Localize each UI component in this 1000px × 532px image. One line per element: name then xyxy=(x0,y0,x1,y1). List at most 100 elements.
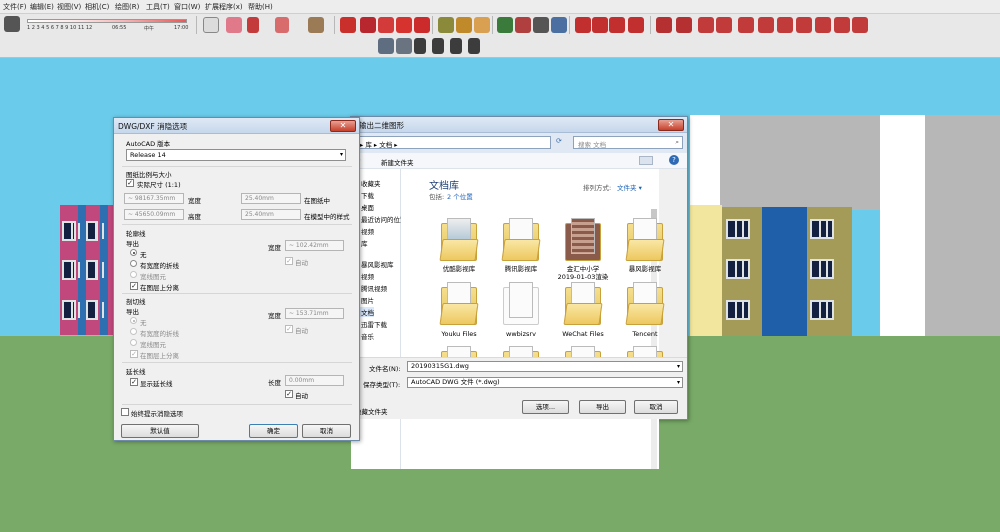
ok-button[interactable]: 确定 xyxy=(249,424,298,438)
export-button[interactable]: 导出 xyxy=(579,400,626,414)
file-item-label[interactable]: 暴风影视库 xyxy=(610,265,680,273)
section-width-field[interactable]: ~ 153.71mm xyxy=(285,308,344,319)
intersect-icon[interactable] xyxy=(815,17,831,33)
folder-icon[interactable] xyxy=(499,217,543,261)
paint-bucket-icon[interactable] xyxy=(474,17,490,33)
rectangle-icon[interactable] xyxy=(308,17,324,33)
extension-warehouse-icon[interactable] xyxy=(628,17,644,33)
sandbox-icon[interactable] xyxy=(698,17,714,33)
add-detail-icon[interactable] xyxy=(777,17,793,33)
section-auto-checkbox[interactable]: ✓ xyxy=(285,325,293,333)
profile-wide-polyline-radio[interactable] xyxy=(130,260,137,267)
show-extensions-checkbox[interactable]: ✓ xyxy=(130,378,138,386)
pan-icon[interactable] xyxy=(515,17,531,33)
drape-icon[interactable] xyxy=(758,17,774,33)
eraser-icon[interactable] xyxy=(226,17,242,33)
width-on-paper-field[interactable]: 25.40mm xyxy=(241,193,301,204)
profile-wide-entity-radio[interactable] xyxy=(130,271,137,278)
stamp-icon[interactable] xyxy=(738,17,754,33)
section-separate-layer-checkbox[interactable]: ✓ xyxy=(130,350,138,358)
profile-auto-checkbox[interactable]: ✓ xyxy=(285,257,293,265)
select-arrow-icon[interactable] xyxy=(203,17,219,33)
menu-draw[interactable]: 绘图(R) xyxy=(115,2,139,12)
smoove-icon[interactable] xyxy=(716,17,732,33)
orbit-icon[interactable] xyxy=(497,17,513,33)
tape-measure-icon[interactable] xyxy=(438,17,454,33)
dxf-dialog-close-button[interactable]: ✕ xyxy=(330,120,356,132)
menu-window[interactable]: 窗口(W) xyxy=(174,2,200,12)
file-item-label[interactable]: Youku Files xyxy=(424,330,494,338)
menu-file[interactable]: 文件(F) xyxy=(3,2,27,12)
always-prompt-checkbox[interactable] xyxy=(121,408,129,416)
extension-auto-checkbox[interactable]: ✓ xyxy=(285,390,293,398)
folder-icon[interactable] xyxy=(623,217,667,261)
height-in-model-field[interactable]: ~ 45650.09mm xyxy=(124,209,184,220)
solid-tools-icon[interactable] xyxy=(656,17,672,33)
locations-link[interactable]: 2 个位置 xyxy=(447,191,473,201)
menu-extensions[interactable]: 扩展程序(x) xyxy=(205,2,243,12)
profile-none-radio[interactable] xyxy=(130,249,137,256)
export-dialog-titlebar[interactable]: 输出二维图形 ✕ xyxy=(351,117,687,133)
rotate-icon[interactable] xyxy=(378,17,394,33)
section-wide-entity-radio[interactable] xyxy=(130,339,137,346)
search-box[interactable]: 搜索 文档 ⌕ xyxy=(573,136,683,149)
outer-shell-icon[interactable] xyxy=(676,17,692,33)
menu-tools[interactable]: 工具(T) xyxy=(146,2,170,12)
options-button[interactable]: 选项... xyxy=(522,400,569,414)
profile-separate-layer-checkbox[interactable]: ✓ xyxy=(130,282,138,290)
profile-width-field[interactable]: ~ 102.42mm xyxy=(285,240,344,251)
cancel-button[interactable]: 取消 xyxy=(634,400,678,414)
offset-icon[interactable] xyxy=(414,17,430,33)
view-options-icon[interactable] xyxy=(639,156,653,165)
push-pull-icon[interactable] xyxy=(340,17,356,33)
components-icon[interactable] xyxy=(592,17,608,33)
menu-help[interactable]: 帮助(H) xyxy=(248,2,273,12)
menu-edit[interactable]: 编辑(E) xyxy=(30,2,54,12)
front-view-icon[interactable] xyxy=(414,38,426,54)
section-none-radio[interactable] xyxy=(130,317,137,324)
split-icon[interactable] xyxy=(852,17,868,33)
iso-view-icon[interactable] xyxy=(378,38,394,54)
scale-icon[interactable] xyxy=(396,17,412,33)
file-item-label[interactable]: 优酷影视库 xyxy=(424,265,494,273)
refresh-icon[interactable]: ⟳ xyxy=(556,137,566,148)
extension-length-field[interactable]: 0.00mm xyxy=(285,375,344,386)
menu-camera[interactable]: 相机(C) xyxy=(85,2,109,12)
flip-edge-icon[interactable] xyxy=(796,17,812,33)
address-bar[interactable]: ▸ 库 ▸ 文档 ▸ xyxy=(355,136,551,149)
real-size-checkbox[interactable]: ✓ xyxy=(126,179,134,187)
shadow-icon[interactable] xyxy=(4,16,20,32)
zoom-icon[interactable] xyxy=(533,17,549,33)
back-view-icon[interactable] xyxy=(450,38,462,54)
folder-icon[interactable] xyxy=(561,281,605,325)
width-in-model-field[interactable]: ~ 98167.35mm xyxy=(124,193,184,204)
dxf-cancel-button[interactable]: 取消 xyxy=(302,424,351,438)
file-item-label[interactable]: WeChat Files xyxy=(548,330,618,338)
folder-icon[interactable] xyxy=(561,217,605,261)
shadow-time-slider[interactable]: 1 2 3 4 5 6 7 8 9 10 11 12 06:55 中午 17:0… xyxy=(22,18,192,32)
trim-icon[interactable] xyxy=(834,17,850,33)
save-type-select[interactable]: AutoCAD DWG 文件 (*.dwg) ▾ xyxy=(407,377,683,388)
defaults-button[interactable]: 默认值 xyxy=(121,424,199,438)
acad-version-select[interactable]: Release 14 ▾ xyxy=(126,149,346,161)
filename-input[interactable]: 20190315G1.dwg ▾ xyxy=(407,361,683,372)
top-view-icon[interactable] xyxy=(396,38,412,54)
folder-icon[interactable] xyxy=(437,217,481,261)
zoom-extents-icon[interactable] xyxy=(551,17,567,33)
file-item-label[interactable]: wwbizsrv xyxy=(486,330,556,338)
text-icon[interactable] xyxy=(456,17,472,33)
move-icon[interactable] xyxy=(360,17,376,33)
left-view-icon[interactable] xyxy=(468,38,480,54)
warehouse-icon[interactable] xyxy=(575,17,591,33)
file-item-label[interactable]: 腾讯影视库 xyxy=(486,265,556,273)
file-item-label[interactable]: Tencent xyxy=(610,330,680,338)
help-icon[interactable]: ? xyxy=(669,155,679,165)
folder-icon[interactable] xyxy=(437,281,481,325)
file-item-label[interactable]: 金汇中小学 2019-01-03渲染 xyxy=(548,265,618,281)
height-on-paper-field[interactable]: 25.40mm xyxy=(241,209,301,220)
sort-dropdown[interactable]: 文件夹 ▾ xyxy=(617,182,642,192)
menu-view[interactable]: 视图(V) xyxy=(57,2,81,12)
pencil-icon[interactable] xyxy=(247,17,259,33)
section-wide-polyline-radio[interactable] xyxy=(130,328,137,335)
folder-icon[interactable] xyxy=(499,281,543,325)
